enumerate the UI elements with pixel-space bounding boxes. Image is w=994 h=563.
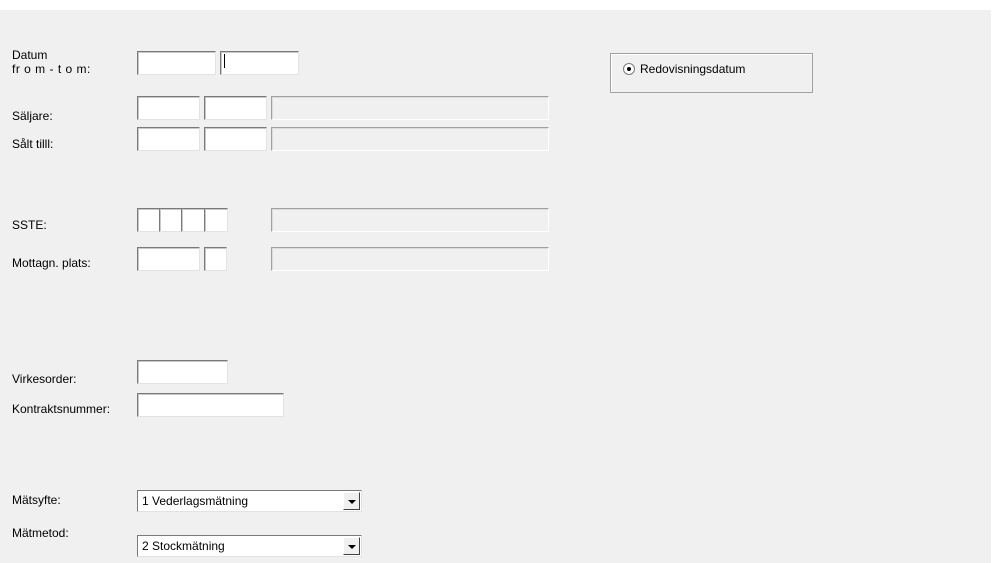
kontraktsnummer-label: Kontraktsnummer:	[12, 402, 111, 416]
date-type-group: Redovisningsdatum	[610, 53, 813, 93]
radio-selected-icon[interactable]	[623, 63, 635, 75]
salt-till-input-2[interactable]	[204, 127, 267, 151]
mottagn-plats-label: Mottagn. plats:	[12, 256, 91, 270]
text-caret	[224, 54, 225, 68]
chevron-down-icon[interactable]	[343, 492, 360, 510]
sste-input-2[interactable]	[159, 208, 182, 232]
mottagn-plats-input[interactable]	[137, 247, 200, 271]
matmetod-selected-value: 2 Stockmätning	[142, 539, 225, 553]
mottagn-plats-name-display	[271, 247, 549, 271]
matmetod-label: Mätmetod:	[12, 526, 69, 540]
mottagn-plats-suffix-input[interactable]	[204, 247, 227, 271]
redovisningsdatum-radio-label[interactable]: Redovisningsdatum	[640, 62, 745, 76]
matsyfte-selected-value: 1 Vederlagsmätning	[142, 494, 249, 508]
datum-from-input[interactable]	[137, 51, 216, 75]
sste-label: SSTE:	[12, 218, 47, 232]
matmetod-select[interactable]: 2 Stockmätning	[137, 535, 362, 557]
sste-input-3[interactable]	[181, 208, 205, 232]
datum-tom-input[interactable]	[220, 51, 299, 75]
sste-name-display	[271, 208, 549, 232]
datum-range-label: fr o m - t o m:	[12, 62, 91, 76]
matsyfte-select[interactable]: 1 Vederlagsmätning	[137, 490, 362, 512]
salt-till-input-1[interactable]	[137, 127, 200, 151]
saljare-input-2[interactable]	[204, 96, 267, 120]
saljare-input-1[interactable]	[137, 96, 200, 120]
salt-till-name-display	[271, 127, 549, 151]
kontraktsnummer-input[interactable]	[137, 393, 284, 417]
virkesorder-label: Virkesorder:	[12, 372, 77, 386]
sste-input-1[interactable]	[137, 208, 160, 232]
chevron-down-icon[interactable]	[343, 537, 360, 555]
salt-till-label: Sålt tilll:	[12, 137, 54, 151]
sste-input-4[interactable]	[204, 208, 228, 232]
datum-label: Datum	[12, 48, 48, 62]
form-panel	[0, 10, 991, 563]
saljare-name-display	[271, 96, 549, 120]
matsyfte-label: Mätsyfte:	[12, 493, 61, 507]
virkesorder-input[interactable]	[137, 360, 228, 384]
saljare-label: Säljare:	[12, 109, 53, 123]
